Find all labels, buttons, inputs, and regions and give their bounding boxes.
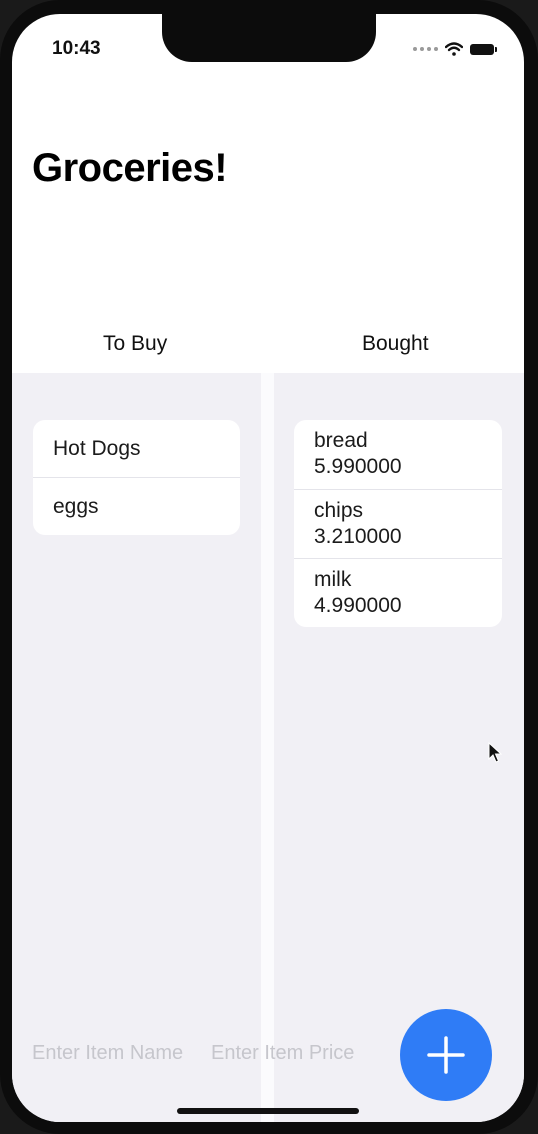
status-icons xyxy=(413,42,497,56)
bought-card: bread 5.990000 chips 3.210000 milk 4.990… xyxy=(294,420,502,627)
list-item[interactable]: chips 3.210000 xyxy=(294,489,502,558)
mouse-pointer-icon xyxy=(488,742,502,763)
list-item[interactable]: milk 4.990000 xyxy=(294,558,502,627)
item-name: chips xyxy=(314,499,364,522)
battery-icon xyxy=(470,43,497,55)
list-item[interactable]: eggs xyxy=(33,477,240,535)
camera-notch xyxy=(162,14,376,62)
item-name: Hot Dogs xyxy=(53,437,141,460)
item-name: milk xyxy=(314,568,352,591)
list-item[interactable]: bread 5.990000 xyxy=(294,420,502,489)
item-name: bread xyxy=(314,429,368,452)
bought-header: Bought xyxy=(362,332,429,355)
app-screen: 10:43 Groceries! To Buy Bought Hot Dogs … xyxy=(12,14,524,1122)
to-buy-header: To Buy xyxy=(103,332,168,355)
item-price: 5.990000 xyxy=(314,455,402,478)
to-buy-card: Hot Dogs eggs xyxy=(33,420,240,535)
item-name-input[interactable] xyxy=(32,1042,204,1065)
item-price-input[interactable] xyxy=(211,1042,381,1065)
add-item-button[interactable] xyxy=(400,1009,492,1101)
item-price: 4.990000 xyxy=(314,594,402,617)
item-name: eggs xyxy=(53,495,99,518)
page-title: Groceries! xyxy=(32,146,228,190)
status-time: 10:43 xyxy=(52,38,101,59)
signal-dots-icon xyxy=(413,47,438,51)
plus-icon xyxy=(427,1036,465,1074)
column-divider xyxy=(261,373,274,1122)
home-indicator[interactable] xyxy=(177,1108,359,1114)
list-item[interactable]: Hot Dogs xyxy=(33,420,240,477)
wifi-icon xyxy=(445,42,463,56)
item-price: 3.210000 xyxy=(314,525,402,548)
